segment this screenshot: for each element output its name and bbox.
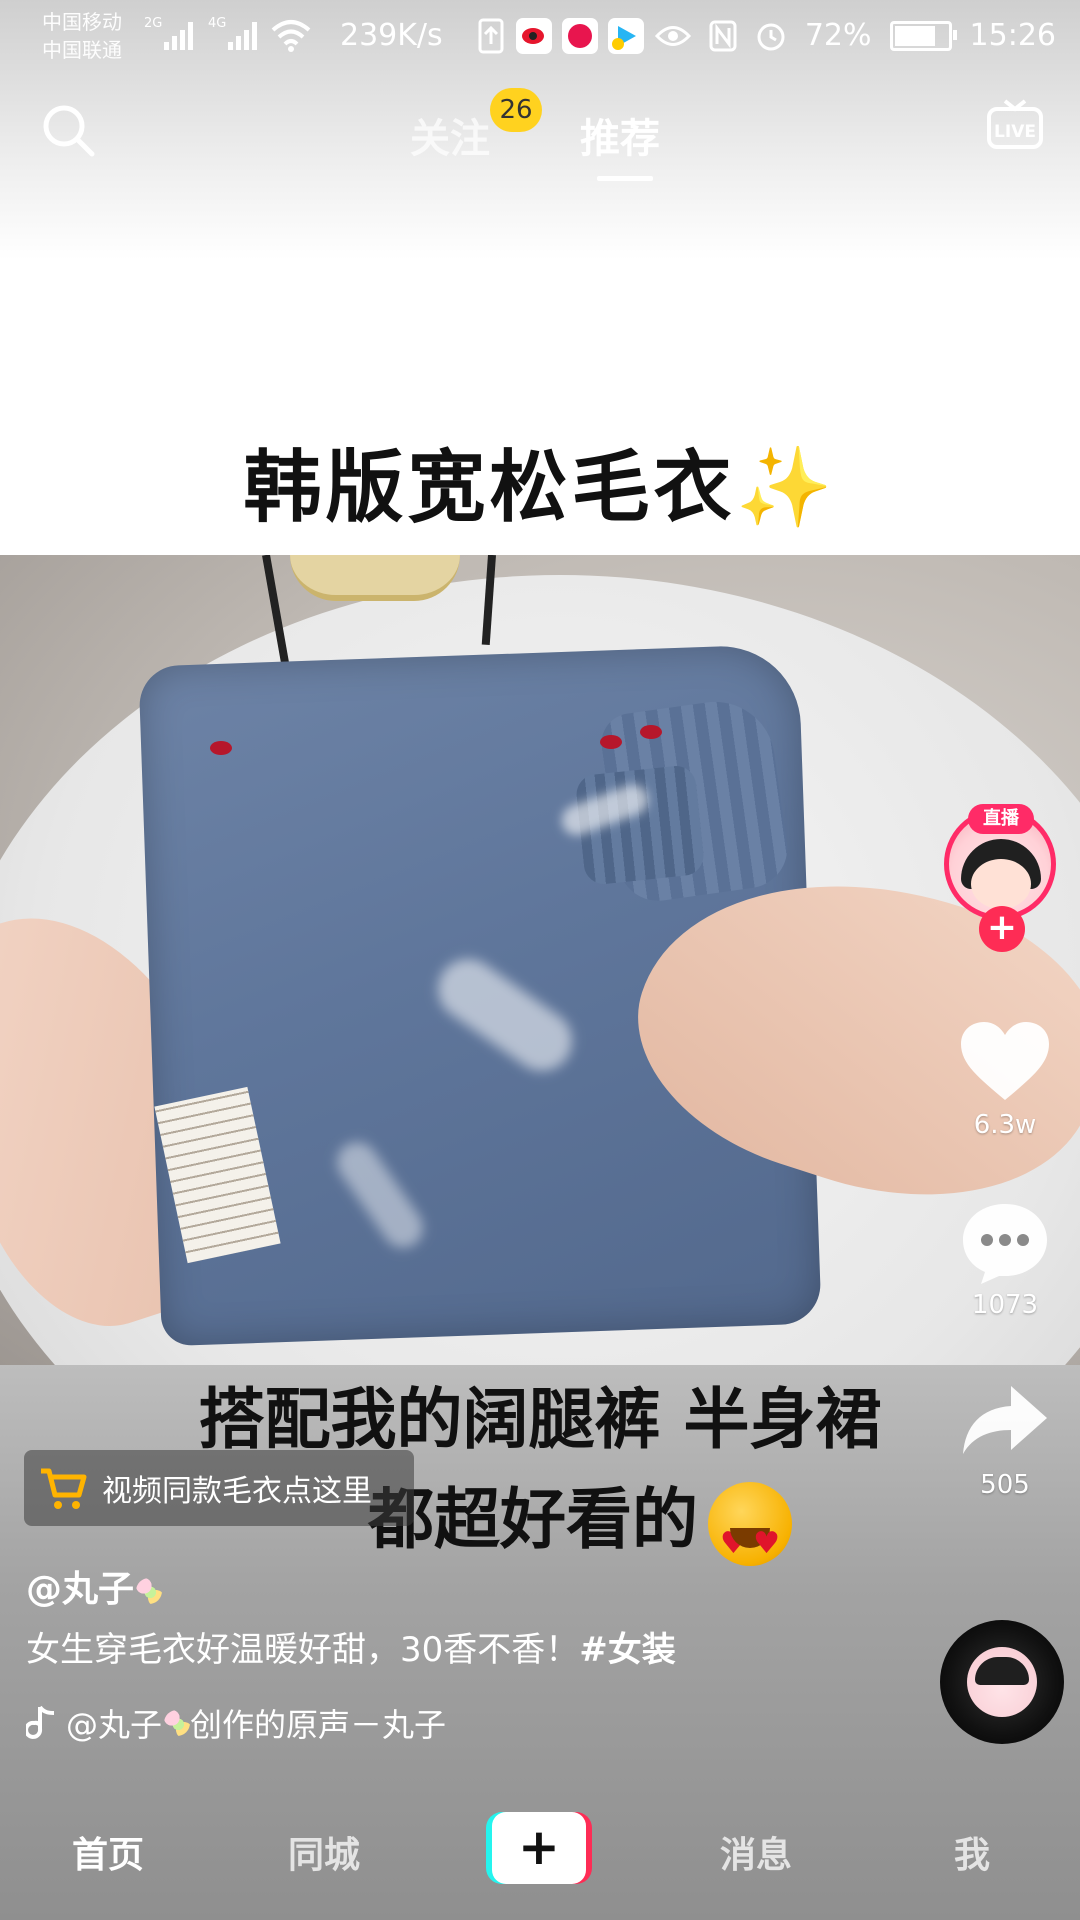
search-icon[interactable] bbox=[38, 100, 98, 160]
tab-recommend[interactable]: 推荐 bbox=[580, 106, 660, 164]
stand-base bbox=[290, 555, 460, 601]
comment-button[interactable]: 1073 bbox=[940, 1200, 1070, 1320]
carrier-names: 中国移动 中国联通 bbox=[42, 8, 122, 64]
alarm-icon bbox=[757, 23, 785, 50]
share-button[interactable]: 505 bbox=[940, 1380, 1070, 1500]
carrier-2: 中国联通 bbox=[42, 38, 122, 62]
music-info[interactable]: @丸子 创作的原声－丸子 bbox=[26, 1700, 446, 1746]
nav-me[interactable]: 我 bbox=[954, 1826, 990, 1878]
live-label: LIVE bbox=[994, 122, 1036, 142]
music-disc-button[interactable] bbox=[940, 1620, 1064, 1744]
follow-count-badge: 26 bbox=[490, 88, 542, 132]
bottom-nav: 首页 同城 + 消息 我 bbox=[0, 1790, 1080, 1920]
share-arrow-icon bbox=[963, 1386, 1047, 1454]
shopping-cart-icon bbox=[41, 1468, 87, 1509]
dango-emoji-icon bbox=[136, 1578, 163, 1604]
plus-icon: + bbox=[492, 1812, 586, 1884]
signal-icon bbox=[228, 18, 257, 50]
share-count: 505 bbox=[980, 1470, 1030, 1500]
status-right: 72% 15:26 bbox=[654, 18, 1056, 53]
heart-icon bbox=[961, 1022, 1049, 1100]
wifi-icon bbox=[271, 20, 311, 52]
post-description: 女生穿毛衣好温暖好甜，30香不香！#女装 bbox=[26, 1622, 676, 1671]
tab-follow[interactable]: 关注 bbox=[410, 106, 490, 164]
comment-icon bbox=[963, 1204, 1047, 1284]
like-button[interactable]: 6.3w bbox=[940, 1020, 1070, 1140]
dango-emoji-icon bbox=[164, 1710, 191, 1736]
clock: 15:26 bbox=[969, 18, 1056, 53]
product-link-label: 视频同款毛衣点这里 bbox=[102, 1474, 372, 1509]
follow-plus-button[interactable]: + bbox=[979, 906, 1025, 952]
nail bbox=[210, 741, 232, 755]
app-icon bbox=[562, 18, 598, 54]
live-tag: 直播 bbox=[968, 804, 1034, 834]
weibo-icon bbox=[516, 18, 552, 54]
network-type-2: 4G bbox=[208, 16, 227, 31]
video-frame[interactable] bbox=[0, 555, 1080, 1365]
active-tab-indicator bbox=[597, 176, 653, 181]
video-overlay-title: 韩版宽松毛衣✨ bbox=[243, 443, 837, 533]
network-speed: 239K/s bbox=[340, 18, 443, 53]
video-app-icon bbox=[608, 18, 644, 54]
music-author: @丸子 bbox=[66, 1706, 163, 1744]
eye-comfort-icon bbox=[654, 25, 691, 46]
nail bbox=[600, 735, 622, 749]
author-name[interactable]: @丸子 bbox=[26, 1560, 163, 1612]
upload-icon bbox=[478, 18, 504, 54]
nav-home[interactable]: 首页 bbox=[72, 1826, 144, 1878]
heart-eyes-emoji-icon bbox=[708, 1481, 792, 1594]
battery-icon bbox=[889, 20, 957, 51]
live-icon[interactable]: LIVE bbox=[985, 95, 1045, 155]
douyin-feed-screen: 韩版宽松毛衣✨ 搭配我的阔腿裤 半身裙 都超好看的 中国移动 中国联通 2G 4… bbox=[0, 0, 1080, 1920]
top-nav: 关注 26 推荐 LIVE bbox=[0, 80, 1080, 190]
description-text: 女生穿毛衣好温暖好甜，30香不香！ bbox=[26, 1630, 580, 1670]
like-count: 6.3w bbox=[973, 1110, 1037, 1140]
carrier-1: 中国移动 bbox=[42, 10, 122, 34]
nav-messages[interactable]: 消息 bbox=[720, 1826, 792, 1878]
network-type-1: 2G bbox=[144, 16, 163, 31]
music-note-icon bbox=[26, 1705, 55, 1739]
author-name-text: @丸子 bbox=[26, 1569, 135, 1610]
nail bbox=[640, 725, 662, 739]
comment-count: 1073 bbox=[971, 1290, 1039, 1320]
nav-nearby[interactable]: 同城 bbox=[288, 1826, 360, 1878]
status-bar: 中国移动 中国联通 2G 4G 239K/s 72% 15:26 bbox=[0, 0, 1080, 70]
battery-percent: 72% bbox=[804, 18, 872, 53]
signal-icon bbox=[164, 18, 193, 50]
create-button[interactable]: + bbox=[486, 1812, 592, 1884]
product-link-button[interactable]: 视频同款毛衣点这里 bbox=[24, 1450, 414, 1526]
hashtag-link[interactable]: #女装 bbox=[579, 1630, 676, 1670]
caption-line-2-text: 都超好看的 bbox=[368, 1481, 698, 1558]
music-title: 创作的原声－丸子 bbox=[190, 1706, 447, 1744]
music-disc-cover bbox=[967, 1647, 1037, 1717]
nfc-icon bbox=[709, 20, 737, 51]
